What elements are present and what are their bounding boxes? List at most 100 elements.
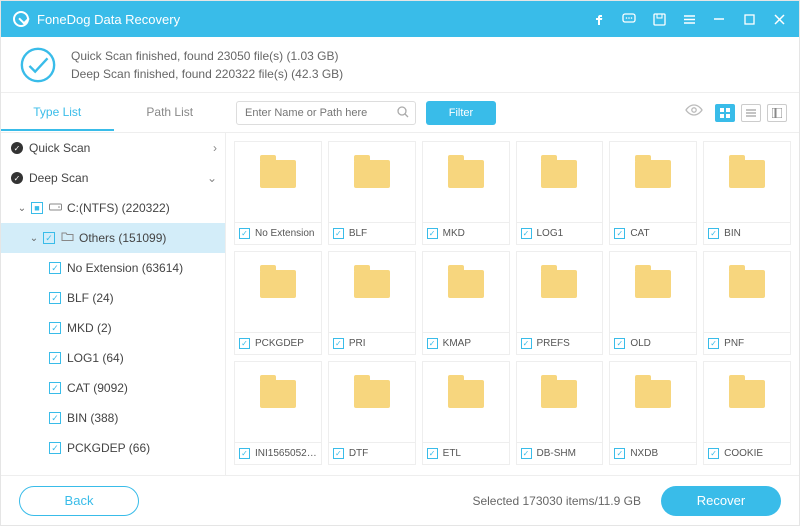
checkbox-icon[interactable]: ✓ (614, 228, 625, 239)
recover-button[interactable]: Recover (661, 486, 781, 516)
tab-path-list[interactable]: Path List (114, 95, 227, 131)
checkbox-icon[interactable]: ✓ (49, 292, 61, 304)
titlebar: FoneDog Data Recovery (1, 1, 799, 37)
folder-item[interactable]: ✓ CAT (609, 141, 697, 245)
check-circle-icon: ✓ (11, 142, 23, 154)
item-label: MKD (443, 228, 505, 239)
maximize-button[interactable] (741, 11, 757, 27)
folder-item[interactable]: ✓ LOG1 (516, 141, 604, 245)
folder-item[interactable]: ✓DTF (328, 361, 416, 465)
item-label: INI1565052569 (255, 448, 317, 459)
chevron-down-icon: ⌄ (15, 203, 29, 214)
checkbox-icon[interactable]: ✓ (49, 412, 61, 424)
folder-item[interactable]: ✓PCKGDEP (234, 251, 322, 355)
view-detail-button[interactable] (767, 104, 787, 122)
minimize-button[interactable] (711, 11, 727, 27)
folder-icon (61, 231, 74, 245)
folder-item[interactable]: ✓BLF (328, 141, 416, 245)
folder-item[interactable]: ✓ PNF (703, 251, 791, 355)
folder-icon (354, 270, 390, 298)
folder-item[interactable]: ✓No Extension (234, 141, 322, 245)
item-label: CAT (630, 228, 692, 239)
sidebar-tree: ✓ Quick Scan › ✓ Deep Scan ⌄ ⌄ ■ C:(NTFS… (1, 133, 226, 475)
checkbox-icon[interactable]: ✓ (333, 448, 344, 459)
item-label: COOKIE (724, 448, 786, 459)
search-input[interactable] (236, 101, 416, 125)
checkbox-icon[interactable]: ✓ (708, 448, 719, 459)
item-label: OLD (630, 338, 692, 349)
checkbox-icon[interactable]: ✓ (239, 338, 250, 349)
filter-button[interactable]: Filter (426, 101, 496, 125)
folder-item[interactable]: ✓BIN (703, 141, 791, 245)
checkbox-icon[interactable]: ■ (31, 202, 43, 214)
facebook-icon[interactable] (591, 11, 607, 27)
folder-item[interactable]: ✓NXDB (609, 361, 697, 465)
folder-item[interactable]: ✓ INI1565052569 (234, 361, 322, 465)
checkbox-icon[interactable]: ✓ (708, 338, 719, 349)
checkbox-icon[interactable]: ✓ (614, 338, 625, 349)
checkbox-icon[interactable]: ✓ (708, 228, 719, 239)
checkbox-icon[interactable]: ✓ (333, 338, 344, 349)
scan-complete-icon (19, 46, 57, 84)
menu-icon[interactable] (681, 11, 697, 27)
check-circle-icon: ✓ (11, 172, 23, 184)
item-label: LOG1 (537, 228, 599, 239)
checkbox-icon[interactable]: ✓ (427, 338, 438, 349)
checkbox-icon[interactable]: ✓ (614, 448, 625, 459)
folder-icon (635, 270, 671, 298)
selection-status: Selected 173030 items/11.9 GB (472, 494, 641, 508)
tree-leaf[interactable]: ✓No Extension (63614) (1, 253, 225, 283)
back-button[interactable]: Back (19, 486, 139, 516)
quick-scan-status: Quick Scan finished, found 23050 file(s)… (71, 47, 343, 65)
search-icon[interactable] (396, 105, 410, 124)
save-icon[interactable] (651, 11, 667, 27)
folder-item[interactable]: ✓PRI (328, 251, 416, 355)
tree-others[interactable]: ⌄ ✓ Others (151099) (1, 223, 225, 253)
folder-item[interactable]: ✓ MKD (422, 141, 510, 245)
checkbox-icon[interactable]: ✓ (239, 448, 250, 459)
checkbox-icon[interactable]: ✓ (521, 448, 532, 459)
tree-leaf[interactable]: ✓BLF (24) (1, 283, 225, 313)
item-label: DB-SHM (537, 448, 599, 459)
checkbox-icon[interactable]: ✓ (333, 228, 344, 239)
folder-icon (635, 380, 671, 408)
checkbox-icon[interactable]: ✓ (427, 448, 438, 459)
tree-leaf[interactable]: ✓LOG1 (64) (1, 343, 225, 373)
toolbar: Type List Path List Filter (1, 93, 799, 133)
tree-leaf[interactable]: ✓PCKGDEP (66) (1, 433, 225, 463)
tab-type-list[interactable]: Type List (1, 95, 114, 131)
folder-icon (448, 270, 484, 298)
checkbox-icon[interactable]: ✓ (49, 442, 61, 454)
checkbox-icon[interactable]: ✓ (49, 352, 61, 364)
checkbox-icon[interactable]: ✓ (427, 228, 438, 239)
folder-item[interactable]: ✓ COOKIE (703, 361, 791, 465)
checkbox-icon[interactable]: ✓ (521, 228, 532, 239)
folder-icon (260, 160, 296, 188)
feedback-icon[interactable] (621, 11, 637, 27)
close-button[interactable] (771, 11, 787, 27)
checkbox-icon[interactable]: ✓ (49, 382, 61, 394)
view-grid-button[interactable] (715, 104, 735, 122)
item-label: PNF (724, 338, 786, 349)
folder-item[interactable]: ✓ DB-SHM (516, 361, 604, 465)
folder-item[interactable]: ✓ KMAP (422, 251, 510, 355)
tree-leaf[interactable]: ✓MKD (2) (1, 313, 225, 343)
checkbox-icon[interactable]: ✓ (49, 262, 61, 274)
folder-item[interactable]: ✓ETL (422, 361, 510, 465)
tree-quick-scan[interactable]: ✓ Quick Scan › (1, 133, 225, 163)
folder-item[interactable]: ✓PREFS (516, 251, 604, 355)
tree-drive[interactable]: ⌄ ■ C:(NTFS) (220322) (1, 193, 225, 223)
file-grid: ✓No Extension✓BLF✓MKD✓LOG1✓CAT✓BIN✓PCKGD… (226, 133, 799, 475)
tree-deep-scan[interactable]: ✓ Deep Scan ⌄ (1, 163, 225, 193)
view-list-button[interactable] (741, 104, 761, 122)
checkbox-icon[interactable]: ✓ (239, 228, 250, 239)
checkbox-icon[interactable]: ✓ (521, 338, 532, 349)
checkbox-icon[interactable]: ✓ (43, 232, 55, 244)
checkbox-icon[interactable]: ✓ (49, 322, 61, 334)
preview-icon[interactable] (685, 103, 703, 122)
item-label: KMAP (443, 338, 505, 349)
footer: Back Selected 173030 items/11.9 GB Recov… (1, 475, 799, 525)
folder-item[interactable]: ✓ OLD (609, 251, 697, 355)
tree-leaf[interactable]: ✓BIN (388) (1, 403, 225, 433)
tree-leaf[interactable]: ✓CAT (9092) (1, 373, 225, 403)
